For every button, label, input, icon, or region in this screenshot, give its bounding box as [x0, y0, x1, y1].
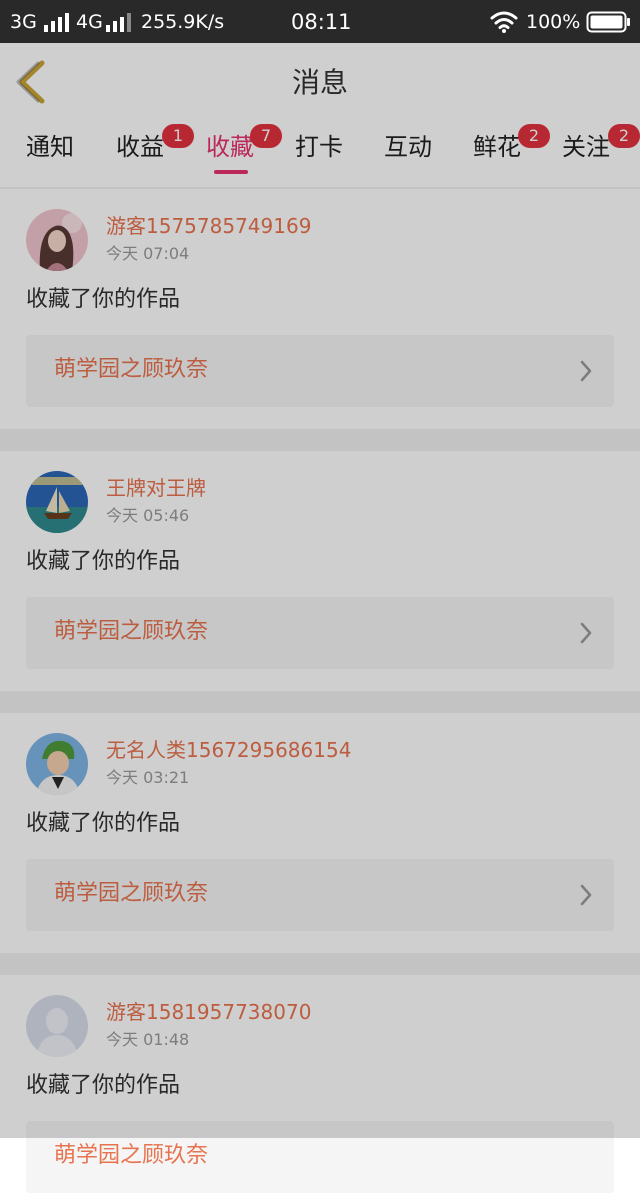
tab-label: 鲜花 [473, 133, 521, 161]
unread-badge: 7 [250, 124, 282, 148]
chevron-right-icon [580, 360, 592, 382]
work-link[interactable]: 萌学园之顾玖奈 [26, 859, 614, 931]
signal-strength-icon [44, 13, 69, 32]
divider [0, 953, 640, 975]
favorite-notification: 王牌对王牌 今天 05:46 收藏了你的作品 萌学园之顾玖奈 [0, 451, 640, 691]
notification-text: 收藏了你的作品 [26, 811, 181, 836]
tab-label: 通知 [26, 133, 74, 161]
avatar[interactable] [26, 209, 88, 271]
sailing-ship-avatar [26, 471, 88, 533]
timestamp: 今天 07:04 [106, 244, 190, 263]
battery-icon [586, 11, 630, 33]
status-bar: 3G 4G 255.9K/s 08:11 100% [0, 0, 640, 43]
work-title: 萌学园之顾玖奈 [54, 619, 209, 644]
username[interactable]: 无名人类1567295686154 [106, 737, 351, 763]
tab-follows[interactable]: 关注 2 [562, 124, 640, 183]
tab-earnings[interactable]: 收益 1 [116, 124, 194, 183]
tab-label: 互动 [384, 133, 432, 161]
notification-text: 收藏了你的作品 [26, 1073, 181, 1098]
wifi-icon [490, 11, 518, 33]
timestamp: 今天 03:21 [106, 768, 190, 787]
divider [0, 429, 640, 451]
nav-header: 消息 [0, 43, 640, 121]
tab-favorites[interactable]: 收藏 7 [206, 124, 282, 183]
favorite-notification: 游客1575785749169 今天 07:04 收藏了你的作品 萌学园之顾玖奈 [0, 189, 640, 429]
username[interactable]: 游客1581957738070 [106, 999, 311, 1025]
favorite-notification: 无名人类1567295686154 今天 03:21 收藏了你的作品 萌学园之顾… [0, 713, 640, 953]
network-speed: 255.9K/s [141, 11, 225, 33]
username[interactable]: 游客1575785749169 [106, 213, 311, 239]
clock: 08:11 [291, 10, 352, 34]
work-link[interactable]: 萌学园之顾玖奈 [26, 597, 614, 669]
tab-interaction[interactable]: 互动 [384, 131, 432, 183]
girl-photo-avatar [26, 209, 88, 271]
work-title: 萌学园之顾玖奈 [54, 1143, 209, 1168]
tab-checkin[interactable]: 打卡 [295, 131, 343, 183]
network-type-4g: 4G [76, 11, 103, 33]
page-title: 消息 [291, 66, 348, 99]
unread-badge: 2 [608, 124, 640, 148]
timestamp: 今天 01:48 [106, 1030, 190, 1049]
notification-text: 收藏了你的作品 [26, 287, 181, 312]
timestamp: 今天 05:46 [106, 506, 190, 525]
work-link[interactable]: 萌学园之顾玖奈 [26, 335, 614, 407]
divider [0, 691, 640, 713]
tab-notifications[interactable]: 通知 [26, 131, 74, 183]
work-title: 萌学园之顾玖奈 [54, 357, 209, 382]
active-tab-indicator [214, 170, 248, 174]
favorite-notification: 游客1581957738070 今天 01:48 收藏了你的作品 萌学园之顾玖奈 [0, 975, 640, 1193]
signal-strength-icon [106, 13, 131, 32]
anime-character-avatar [26, 733, 88, 795]
battery-percent: 100% [526, 11, 581, 33]
unread-badge: 2 [518, 124, 550, 148]
tab-label: 收益 [116, 133, 164, 161]
tab-label: 关注 [562, 133, 610, 161]
work-link[interactable]: 萌学园之顾玖奈 [26, 1121, 614, 1193]
tab-label: 打卡 [295, 133, 343, 161]
username[interactable]: 王牌对王牌 [106, 475, 206, 501]
chevron-right-icon [580, 622, 592, 644]
tab-flowers[interactable]: 鲜花 2 [473, 124, 550, 183]
avatar[interactable] [26, 471, 88, 533]
notification-text: 收藏了你的作品 [26, 549, 181, 574]
chevron-right-icon [580, 884, 592, 906]
network-type-3g: 3G [10, 11, 37, 33]
default-user-avatar [26, 995, 88, 1057]
category-tabs: 通知 收益 1 收藏 7 打卡 互动 鲜花 2 关注 2 [0, 121, 640, 187]
tab-label: 收藏 [206, 133, 254, 161]
unread-badge: 1 [162, 124, 194, 148]
work-title: 萌学园之顾玖奈 [54, 881, 209, 906]
avatar[interactable] [26, 995, 88, 1057]
avatar[interactable] [26, 733, 88, 795]
